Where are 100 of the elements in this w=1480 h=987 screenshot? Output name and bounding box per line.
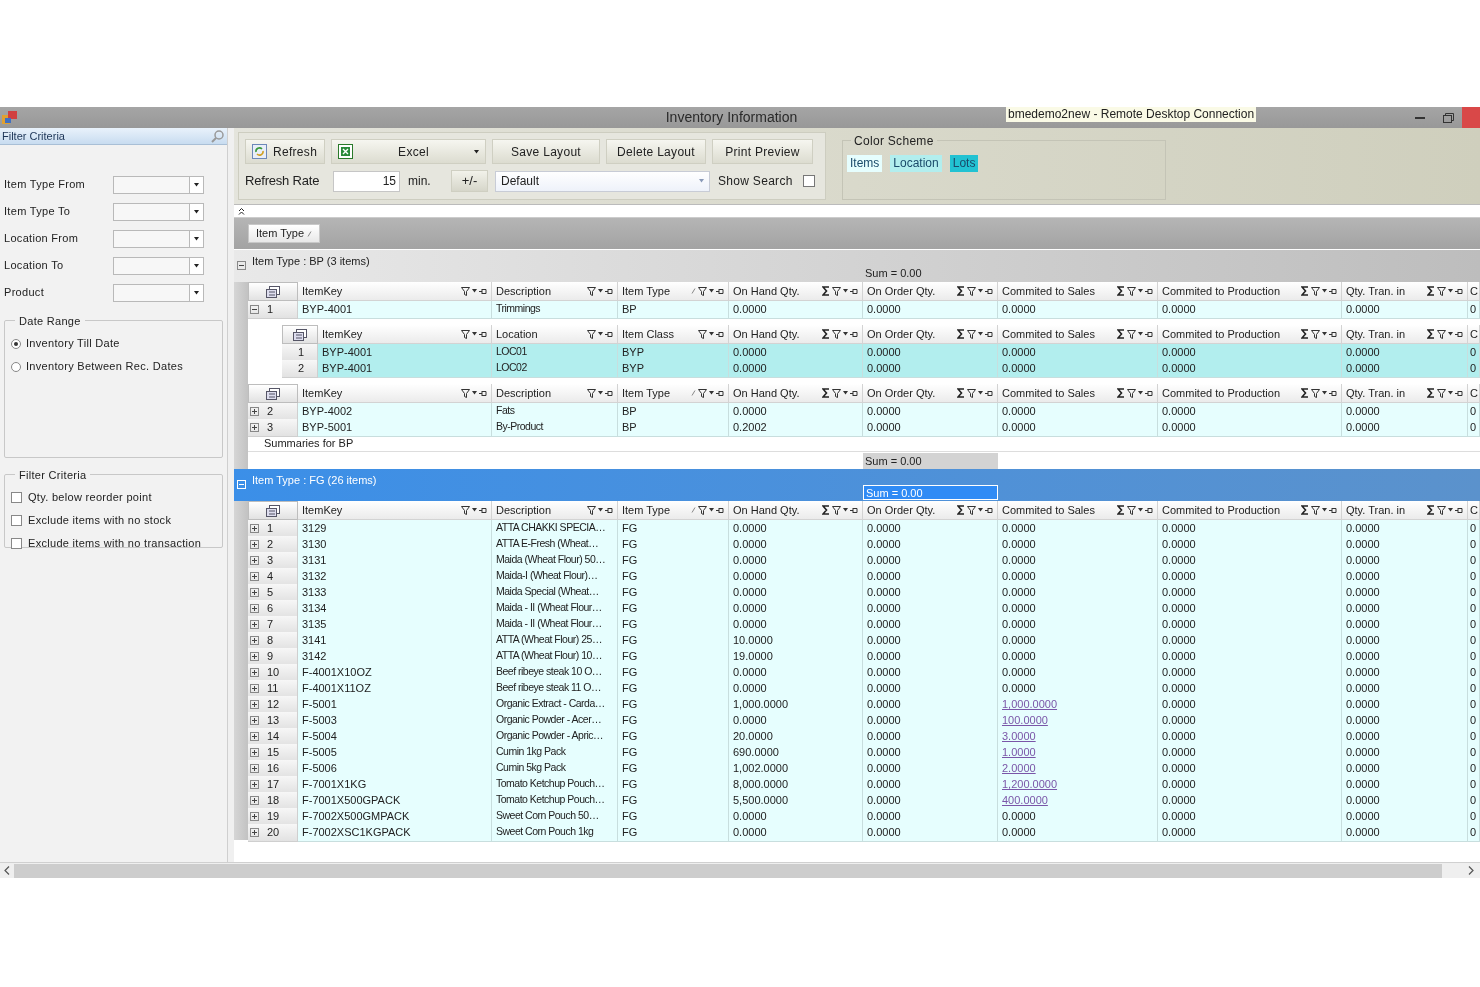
expand-icon[interactable] bbox=[250, 651, 259, 661]
caret-icon[interactable] bbox=[1448, 289, 1453, 293]
column-header[interactable]: ItemKey bbox=[318, 325, 492, 344]
column-header[interactable]: Commited to Sales bbox=[998, 282, 1158, 301]
caret-icon[interactable] bbox=[472, 332, 477, 336]
pin-icon[interactable] bbox=[1329, 330, 1337, 338]
pin-icon[interactable] bbox=[1145, 389, 1153, 397]
filter-icon[interactable] bbox=[461, 388, 470, 398]
radio-button[interactable] bbox=[11, 361, 21, 372]
collapse-icon[interactable] bbox=[250, 304, 259, 314]
column-header[interactable]: Commited to Production bbox=[1158, 325, 1342, 344]
column-header[interactable]: On Hand Qty. bbox=[729, 384, 863, 403]
caret-icon[interactable] bbox=[978, 508, 983, 512]
column-header[interactable]: C bbox=[1468, 384, 1480, 403]
caret-icon[interactable] bbox=[978, 391, 983, 395]
column-header[interactable]: Item Type bbox=[618, 384, 729, 403]
pin-icon[interactable] bbox=[479, 389, 487, 397]
filter-icon[interactable] bbox=[967, 505, 976, 515]
group-by-chip[interactable]: Item Type bbox=[248, 224, 321, 243]
pin-icon[interactable] bbox=[1329, 389, 1337, 397]
filter-icon[interactable] bbox=[698, 505, 707, 515]
expand-icon[interactable] bbox=[250, 827, 259, 837]
filter-icon[interactable] bbox=[587, 505, 596, 515]
column-header[interactable]: Qty. Tran. in bbox=[1342, 325, 1468, 344]
caret-icon[interactable] bbox=[843, 391, 848, 395]
caret-icon[interactable] bbox=[194, 182, 199, 187]
filter-icon[interactable] bbox=[1437, 329, 1446, 339]
sum-icon[interactable] bbox=[957, 286, 965, 296]
pin-icon[interactable] bbox=[716, 389, 724, 397]
pin-icon[interactable] bbox=[479, 330, 487, 338]
sum-icon[interactable] bbox=[1301, 286, 1309, 296]
refresh-button[interactable]: Refresh bbox=[245, 139, 325, 164]
pin-icon[interactable] bbox=[605, 330, 613, 338]
caret-icon[interactable] bbox=[1138, 332, 1143, 336]
sum-icon[interactable] bbox=[822, 286, 830, 296]
column-header[interactable]: Description bbox=[492, 384, 618, 403]
filter-icon[interactable] bbox=[832, 286, 841, 296]
pin-icon[interactable] bbox=[716, 287, 724, 295]
sum-icon[interactable] bbox=[957, 505, 965, 515]
column-header[interactable]: C bbox=[1468, 325, 1480, 344]
expand-icon[interactable] bbox=[250, 747, 259, 757]
expand-icon[interactable] bbox=[250, 699, 259, 709]
column-header[interactable]: Description bbox=[492, 501, 618, 520]
pin-icon[interactable] bbox=[850, 287, 858, 295]
pin-icon[interactable] bbox=[605, 287, 613, 295]
caret-icon[interactable] bbox=[709, 332, 714, 336]
layout-dropdown[interactable]: Default bbox=[495, 170, 710, 192]
expand-icon[interactable] bbox=[250, 811, 259, 821]
column-header[interactable]: On Order Qty. bbox=[863, 282, 998, 301]
caret-icon[interactable] bbox=[1448, 508, 1453, 512]
column-header[interactable]: ItemKey bbox=[298, 384, 492, 403]
sum-icon[interactable] bbox=[822, 329, 830, 339]
column-header[interactable]: ItemKey bbox=[298, 501, 492, 520]
pin-icon[interactable] bbox=[1455, 389, 1463, 397]
column-header[interactable]: Description bbox=[492, 282, 618, 301]
checkbox[interactable] bbox=[802, 175, 815, 187]
column-header[interactable]: Item Type bbox=[618, 282, 729, 301]
column-header[interactable]: Qty. Tran. in bbox=[1342, 282, 1468, 301]
checkbox[interactable] bbox=[11, 515, 22, 526]
pin-icon[interactable] bbox=[716, 330, 724, 338]
caret-icon[interactable] bbox=[1138, 508, 1143, 512]
pin-icon[interactable] bbox=[985, 287, 993, 295]
caret-icon[interactable] bbox=[709, 508, 714, 512]
caret-icon[interactable] bbox=[194, 263, 199, 268]
caret-icon[interactable] bbox=[1448, 332, 1453, 336]
expand-icon[interactable] bbox=[250, 731, 259, 741]
pin-icon[interactable] bbox=[1145, 506, 1153, 514]
filter-icon[interactable] bbox=[1127, 329, 1136, 339]
pin-icon[interactable] bbox=[479, 287, 487, 295]
caret-icon[interactable] bbox=[474, 149, 479, 154]
expand-icon[interactable] bbox=[250, 667, 259, 677]
filter-icon[interactable] bbox=[461, 286, 470, 296]
expand-icon[interactable] bbox=[250, 587, 259, 597]
caret-icon[interactable] bbox=[194, 290, 199, 295]
caret-icon[interactable] bbox=[194, 209, 199, 214]
expand-icon[interactable] bbox=[250, 539, 259, 549]
expand-icon[interactable] bbox=[250, 763, 259, 773]
caret-icon[interactable] bbox=[1138, 391, 1143, 395]
adjust-button[interactable]: +/- bbox=[451, 170, 488, 192]
filter-icon[interactable] bbox=[1127, 286, 1136, 296]
expand-icon[interactable] bbox=[250, 715, 259, 725]
expand-icon[interactable] bbox=[250, 635, 259, 645]
caret-icon[interactable] bbox=[472, 391, 477, 395]
collapse-icon[interactable] bbox=[238, 207, 245, 215]
scroll-right-icon[interactable] bbox=[1468, 866, 1474, 875]
caret-icon[interactable] bbox=[598, 391, 603, 395]
filter-icon[interactable] bbox=[1311, 505, 1320, 515]
pin-icon[interactable] bbox=[985, 506, 993, 514]
column-header[interactable]: Qty. Tran. in bbox=[1342, 384, 1468, 403]
pin-icon[interactable] bbox=[1455, 287, 1463, 295]
sum-icon[interactable] bbox=[1117, 329, 1125, 339]
filter-icon[interactable] bbox=[587, 329, 596, 339]
column-chooser-button[interactable] bbox=[248, 282, 298, 301]
sum-icon[interactable] bbox=[1427, 329, 1435, 339]
column-header[interactable]: On Order Qty. bbox=[863, 325, 998, 344]
expand-icon[interactable] bbox=[250, 422, 259, 432]
caret-icon[interactable] bbox=[472, 508, 477, 512]
column-header[interactable]: On Hand Qty. bbox=[729, 282, 863, 301]
pin-icon[interactable] bbox=[1329, 506, 1337, 514]
caret-icon[interactable] bbox=[598, 332, 603, 336]
